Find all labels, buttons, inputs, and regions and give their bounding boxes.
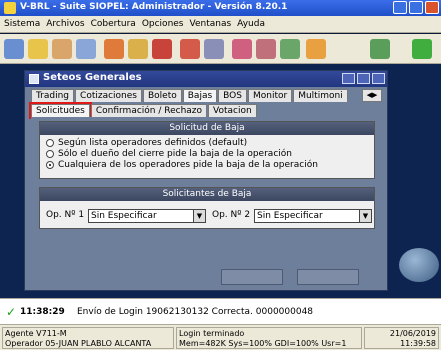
tab-confirmacion-rechazo[interactable]: Confirmación / Rechazo bbox=[90, 104, 208, 117]
main-tab-row: Trading Cotizaciones Boleto Bajas BOS Mo… bbox=[31, 89, 349, 102]
group-orange-icon[interactable] bbox=[280, 39, 300, 59]
people-alt-icon[interactable] bbox=[232, 39, 252, 59]
solicitantes-baja-group: Solicitantes de Baja Op. Nº 1 Sin Especi… bbox=[39, 187, 375, 229]
op2-select[interactable]: Sin Especificar ▼ bbox=[254, 209, 372, 223]
chevron-down-icon[interactable]: ▼ bbox=[359, 210, 371, 222]
dialog-close-button[interactable] bbox=[372, 73, 385, 84]
chevron-down-icon[interactable]: ▼ bbox=[193, 210, 205, 222]
log-message: Envío de Login 19062130132 Correcta. 000… bbox=[77, 307, 314, 317]
option-label: Sólo el dueño del cierre pide la baja de… bbox=[58, 148, 292, 159]
person-icon[interactable] bbox=[152, 39, 172, 59]
op1-value: Sin Especificar bbox=[91, 211, 157, 221]
monitor-icon[interactable] bbox=[180, 39, 200, 59]
radio-button-selected[interactable] bbox=[46, 160, 54, 169]
dialog-controls bbox=[342, 73, 385, 84]
status-bar: Agente V711-M Operador 05-JUAN PLABLO AL… bbox=[0, 324, 441, 350]
baja-option-any[interactable]: Cualquiera de los operadores pide la baj… bbox=[46, 159, 374, 170]
language-en-icon[interactable] bbox=[370, 39, 390, 59]
solicitantes-baja-title: Solicitantes de Baja bbox=[40, 188, 374, 201]
op1-label: Op. Nº 1 bbox=[46, 210, 85, 220]
maximize-button[interactable] bbox=[409, 1, 423, 14]
people-green-icon[interactable] bbox=[256, 39, 276, 59]
radio-button[interactable] bbox=[46, 138, 54, 147]
status-operator: Operador 05-JUAN PLABLO ALCANTA bbox=[5, 339, 152, 348]
op1-select[interactable]: Sin Especificar ▼ bbox=[88, 209, 206, 223]
status-login: Login terminado bbox=[179, 329, 245, 338]
dialog-minimize-button[interactable] bbox=[342, 73, 355, 84]
op2-value: Sin Especificar bbox=[257, 211, 323, 221]
cancel-button[interactable] bbox=[297, 269, 359, 285]
settings-dialog: Seteos Generales Trading Cotizaciones Bo… bbox=[24, 70, 388, 291]
team-icon[interactable] bbox=[204, 39, 224, 59]
solicitud-baja-title: Solicitud de Baja bbox=[40, 122, 374, 135]
menu-archivos[interactable]: Archivos bbox=[46, 19, 84, 29]
sub-tab-row: Solicitudes Confirmación / Rechazo Votac… bbox=[29, 102, 258, 119]
people-icon[interactable] bbox=[128, 39, 148, 59]
background-logo bbox=[399, 248, 439, 282]
status-memory: Mem=482K Sys=100% GDI=100% Usr=1 bbox=[179, 339, 347, 348]
menu-cobertura[interactable]: Cobertura bbox=[91, 19, 136, 29]
status-time: 11:39:58 bbox=[400, 339, 436, 348]
check-icon: ✓ bbox=[6, 305, 17, 319]
menu-opciones[interactable]: Opciones bbox=[142, 19, 184, 29]
tab-bajas[interactable]: Bajas bbox=[182, 89, 218, 102]
menu-sistema[interactable]: Sistema bbox=[4, 19, 40, 29]
minimize-button[interactable] bbox=[393, 1, 407, 14]
chart-icon[interactable] bbox=[104, 39, 124, 59]
menu-ayuda[interactable]: Ayuda bbox=[237, 19, 265, 29]
accept-button[interactable] bbox=[221, 269, 283, 285]
edit-icon[interactable] bbox=[76, 39, 96, 59]
menu-ventanas[interactable]: Ventanas bbox=[190, 19, 232, 29]
status-date: 21/06/2019 bbox=[389, 329, 436, 338]
globe-icon[interactable] bbox=[28, 39, 48, 59]
settings-icon[interactable] bbox=[306, 39, 326, 59]
dialog-title-bar: Seteos Generales bbox=[25, 71, 387, 87]
app-window: V-BRL - Suite SIOPEL: Administrador - Ve… bbox=[0, 0, 441, 350]
toolbar bbox=[0, 34, 441, 64]
dialog-app-icon bbox=[29, 74, 39, 84]
dialog-title: Seteos Generales bbox=[43, 72, 142, 83]
window-controls bbox=[393, 1, 439, 14]
title-bar: V-BRL - Suite SIOPEL: Administrador - Ve… bbox=[0, 0, 441, 16]
option-label: Según lista operadores definidos (defaul… bbox=[58, 137, 248, 148]
solicitudes-panel: Solicitud de Baja Según lista operadores… bbox=[31, 117, 383, 235]
tab-multimonitor[interactable]: Multimoni bbox=[293, 89, 348, 102]
tab-boleto[interactable]: Boleto bbox=[142, 89, 182, 102]
baja-options: Según lista operadores definidos (defaul… bbox=[40, 135, 374, 170]
baja-option-default[interactable]: Según lista operadores definidos (defaul… bbox=[46, 137, 374, 148]
group-icon[interactable] bbox=[52, 39, 72, 59]
status-datetime-cell: 21/06/2019 11:39:58 bbox=[364, 327, 439, 349]
close-button[interactable] bbox=[425, 1, 439, 14]
tab-monitor[interactable]: Monitor bbox=[247, 89, 293, 102]
dialog-maximize-button[interactable] bbox=[357, 73, 370, 84]
menu-bar: Sistema Archivos Cobertura Opciones Vent… bbox=[0, 16, 441, 33]
log-time: 11:38:29 bbox=[20, 307, 65, 317]
radio-button[interactable] bbox=[46, 149, 54, 158]
operators-row: Op. Nº 1 Sin Especificar ▼ Op. Nº 2 Sin … bbox=[40, 209, 374, 223]
tab-votacion[interactable]: Votacion bbox=[208, 104, 257, 117]
exit-icon[interactable] bbox=[412, 39, 432, 59]
status-login-cell: Login terminado Mem=482K Sys=100% GDI=10… bbox=[176, 327, 362, 349]
baja-option-owner[interactable]: Sólo el dueño del cierre pide la baja de… bbox=[46, 148, 374, 159]
status-agent-cell: Agente V711-M Operador 05-JUAN PLABLO AL… bbox=[2, 327, 174, 349]
tab-cotizaciones[interactable]: Cotizaciones bbox=[75, 89, 142, 102]
log-bar: ✓ 11:38:29 Envío de Login 19062130132 Co… bbox=[0, 298, 441, 324]
tab-bos[interactable]: BOS bbox=[218, 89, 247, 102]
users-icon[interactable] bbox=[4, 39, 24, 59]
option-label: Cualquiera de los operadores pide la baj… bbox=[58, 159, 318, 170]
app-logo-icon bbox=[4, 2, 16, 14]
window-title: V-BRL - Suite SIOPEL: Administrador - Ve… bbox=[20, 2, 288, 12]
tab-trading[interactable]: Trading bbox=[31, 89, 75, 102]
tab-scroll-arrows-icon[interactable]: ◀▶ bbox=[362, 89, 382, 102]
solicitud-baja-group: Solicitud de Baja Según lista operadores… bbox=[39, 121, 375, 179]
tab-solicitudes[interactable]: Solicitudes bbox=[29, 102, 92, 119]
status-agent: Agente V711-M bbox=[5, 329, 67, 338]
op2-label: Op. Nº 2 bbox=[212, 210, 251, 220]
